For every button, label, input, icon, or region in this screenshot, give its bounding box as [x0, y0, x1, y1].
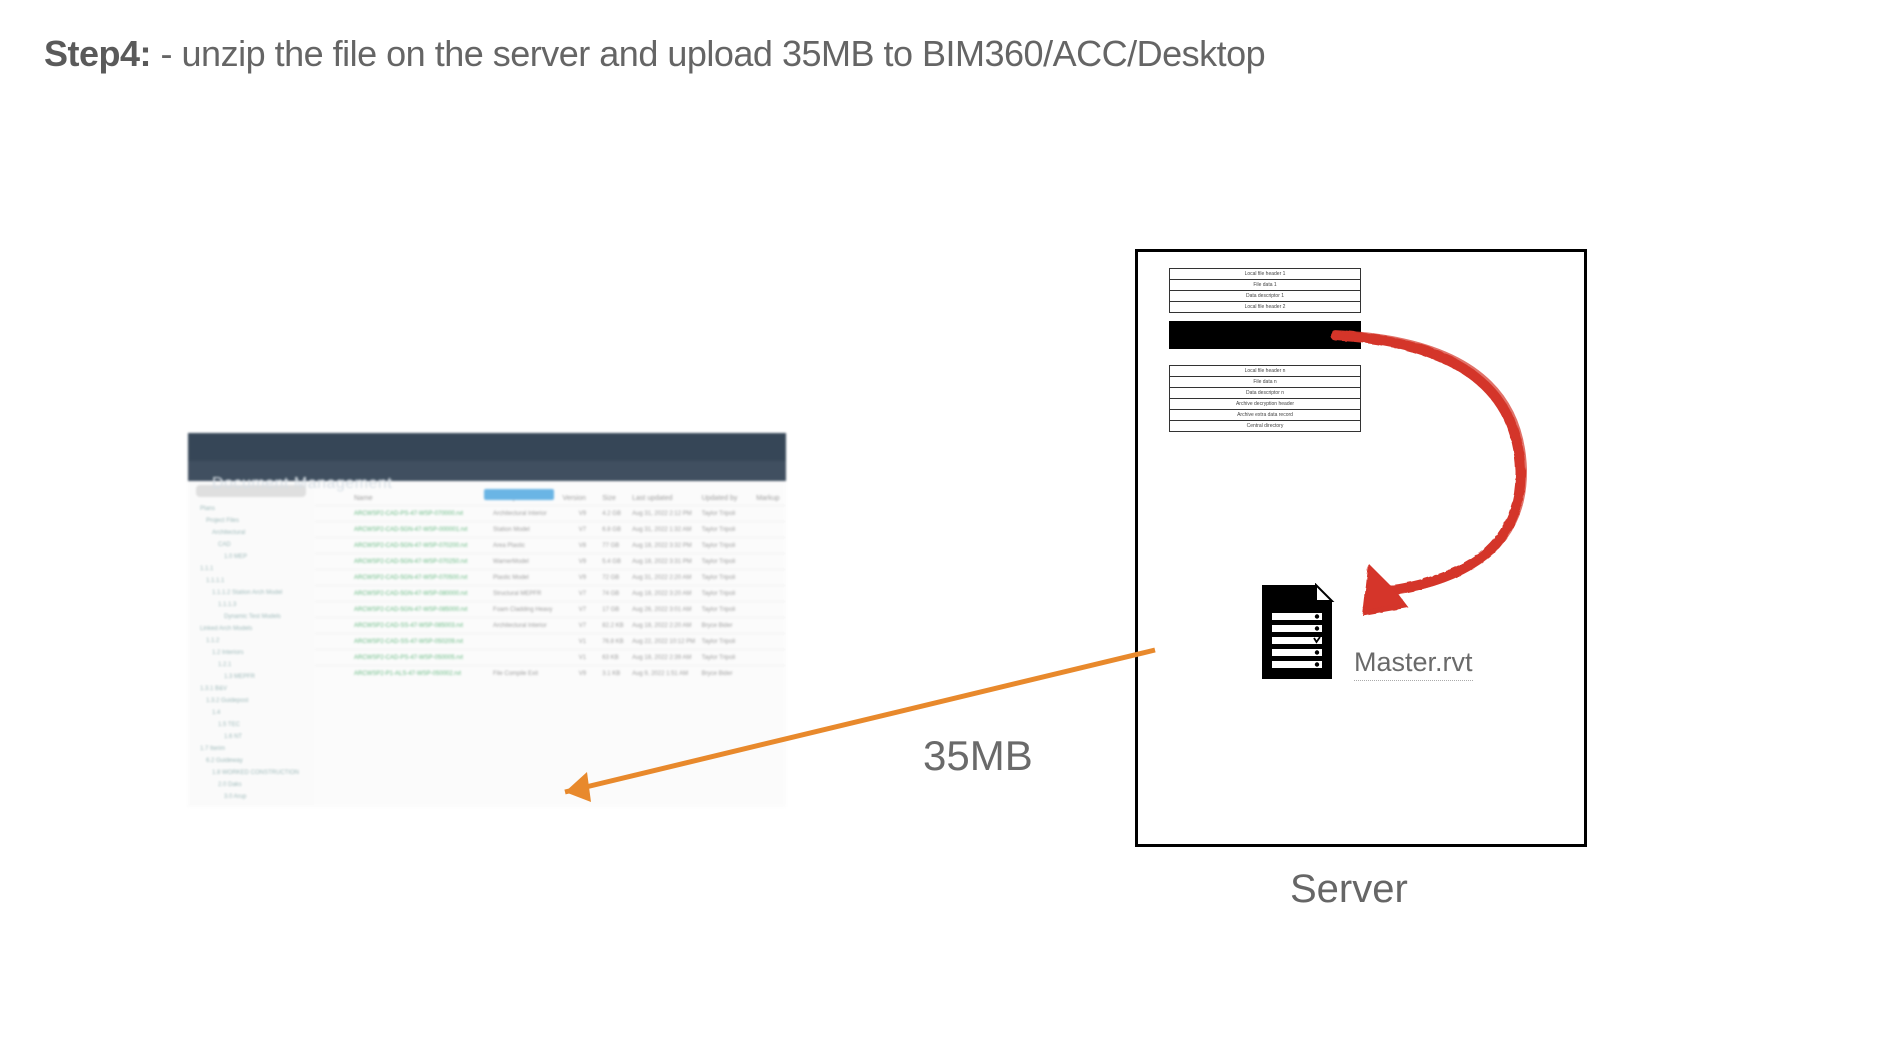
- zip-row: Local file header 1: [1170, 269, 1361, 280]
- folder-tree-item: Architectural: [188, 527, 314, 539]
- zip-row: Local file header 2: [1170, 302, 1361, 313]
- table-column-header: Markup: [756, 495, 786, 502]
- zip-structure-table-bottom: Local file header nFile data nData descr…: [1169, 365, 1361, 432]
- zip-row: Local file header n: [1170, 366, 1361, 377]
- folder-tree-item: 1.1.1.1: [188, 575, 314, 587]
- table-row: ARCWSP2-CAD-5GN-47-WSP-080000.rvtStructu…: [314, 585, 786, 601]
- zip-row: Archive extra data record: [1170, 410, 1361, 421]
- zip-row: Archive decryption header: [1170, 399, 1361, 410]
- folder-tree-item: 1.4: [188, 707, 314, 719]
- folder-tree-item: CAD: [188, 539, 314, 551]
- zip-structure-table: Local file header 1File data 1Data descr…: [1169, 268, 1361, 313]
- zip-row: Data descriptor n: [1170, 388, 1361, 399]
- table-column-header: Last updated: [632, 495, 702, 502]
- folder-tree-item: 1.5 TEC: [188, 719, 314, 731]
- folder-tree-item: Dynamic Test Models: [188, 611, 314, 623]
- bim360-title: Document Management: [212, 475, 392, 493]
- step-number: Step4:: [44, 33, 151, 74]
- folder-tree-item: 1.7 Iterim: [188, 743, 314, 755]
- folder-tree-item: 1.3.2 Guidepost: [188, 695, 314, 707]
- folder-tree-item: 1.3.1 B&V: [188, 683, 314, 695]
- table-row: ARCWSP2-CAD-5GN-47-WSP-070500.rvtPlastic…: [314, 569, 786, 585]
- zip-highlighted-row: [1169, 321, 1361, 349]
- folder-tree-item: 1.1.1.2 Station Arch Model: [188, 587, 314, 599]
- folder-tree-item: 3.0 Arup: [188, 791, 314, 803]
- folder-tree-item: 1.0 MEP: [188, 551, 314, 563]
- folder-tree-item: 1.8 WORKED CONSTRUCTION: [188, 767, 314, 779]
- folder-tree-item: 1.2 Interiors: [188, 647, 314, 659]
- table-column-header: Name: [314, 495, 493, 502]
- table-row: ARCWSP2-CAD-5GN-47-WSP-070200.rvtArea Pl…: [314, 537, 786, 553]
- master-file-label: Master.rvt: [1354, 647, 1473, 681]
- table-row: ARCWSP2-CAD-5GN-47-WSP-085000.rvtFoam Cl…: [314, 601, 786, 617]
- table-column-header: Updated by: [702, 495, 757, 502]
- upload-arrow: [535, 620, 1165, 830]
- table-row: ARCWSP2-CAD-5GN-47-WSP-000001.rvtStation…: [314, 521, 786, 537]
- master-file-icon: [1258, 583, 1336, 681]
- zip-row: Data descriptor 1: [1170, 291, 1361, 302]
- step-title: Step4: - unzip the file on the server an…: [44, 33, 1265, 75]
- folder-tree-item: 1.3 MEPFR: [188, 671, 314, 683]
- folder-tree-item: 2.0 Daks: [188, 779, 314, 791]
- table-column-header: Size: [602, 495, 632, 502]
- bim360-sidebar: PlansProject FilesArchitecturalCAD1.0 ME…: [188, 481, 314, 807]
- folder-tree-item: 1.1.2: [188, 635, 314, 647]
- folder-tree-item: 1.6 NT: [188, 731, 314, 743]
- folder-tree-item: 1.1.1: [188, 563, 314, 575]
- table-column-header: Version: [563, 495, 603, 502]
- folder-tree-item: Plans: [188, 503, 314, 515]
- step-description: - unzip the file on the server and uploa…: [151, 33, 1265, 74]
- folder-tree-item: 6.2 Guideway: [188, 755, 314, 767]
- zip-row: File data 1: [1170, 280, 1361, 291]
- table-row: ARCWSP2-CAD-5GN-47-WSP-070250.rvtWarnerM…: [314, 553, 786, 569]
- folder-tree-item: Linked Arch Models: [188, 623, 314, 635]
- server-label: Server: [1290, 867, 1408, 912]
- bim360-header: [188, 433, 786, 461]
- zip-row: File data n: [1170, 377, 1361, 388]
- zip-row: Central directory: [1170, 421, 1361, 432]
- folder-tree-item: Project Files: [188, 515, 314, 527]
- folder-tree-item: 1.2.1: [188, 659, 314, 671]
- table-row: ARCWSP2-CAD-PS-47-WSP-070000.rvtArchitec…: [314, 505, 786, 521]
- folder-tree-item: 1.1.1.3: [188, 599, 314, 611]
- highlighted-cell: [484, 489, 554, 500]
